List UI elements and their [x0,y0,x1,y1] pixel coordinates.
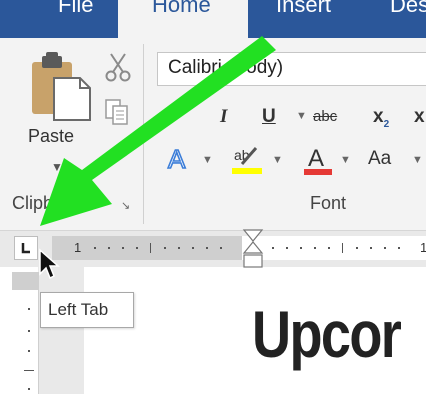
svg-text:A: A [308,145,324,172]
paste-dropdown-icon[interactable]: ▼ [51,160,63,174]
highlight-dropdown-icon[interactable]: ▼ [272,154,283,166]
highlighter-icon[interactable]: ab [230,144,264,176]
ruler-number: 1 [74,240,82,255]
ruler-number: 1 [420,240,426,255]
tab-file[interactable]: File [58,0,93,32]
indent-marker-icon[interactable] [242,228,264,270]
font-color-icon[interactable]: A [302,142,334,176]
text-effects-dropdown-icon[interactable]: ▼ [202,154,213,166]
font-color-dropdown-icon[interactable]: ▼ [340,154,351,166]
tab-home[interactable]: Home [118,0,248,40]
text-effects-icon[interactable]: A [166,144,194,172]
clipboard-dialog-launcher-icon[interactable]: ↘ [121,200,133,212]
tab-selector-button[interactable] [14,236,38,260]
ruler-ticks [94,243,400,253]
tab-home-label: Home [152,0,211,17]
clipboard-group-label: Clipboard [12,193,90,213]
font-name-combobox[interactable]: Calibri (Body) [157,52,426,86]
paste-button-label[interactable]: Paste [28,126,74,147]
paste-icon[interactable] [30,52,92,122]
word-window: File Home Insert Des Paste ▼ Clipboard ↘… [0,0,426,394]
svg-text:A: A [168,144,186,172]
tab-design[interactable]: Des [390,0,426,32]
svg-text:ab: ab [234,147,250,163]
font-name-value: Calibri (Body) [168,57,284,78]
vertical-ruler-margin [12,272,38,290]
cut-icon[interactable] [104,52,132,82]
document-heading[interactable]: Upcor [252,296,402,372]
superscript-button[interactable]: x [414,106,425,128]
tab-insert[interactable]: Insert [276,0,331,32]
tooltip-text: Left Tab [48,300,109,319]
underline-button[interactable]: U [262,106,276,128]
group-divider [143,44,144,224]
subscript-button[interactable]: x2 [373,106,389,130]
left-tab-stop-icon [21,243,30,254]
ribbon-tab-bar: File Home Insert Des [0,0,426,40]
italic-button[interactable]: I [220,106,227,128]
font-group-label: Font [310,193,347,213]
underline-dropdown-icon[interactable]: ▼ [296,110,307,122]
page-gutter [38,267,84,394]
change-case-dropdown-icon[interactable]: ▼ [412,154,423,166]
tooltip: Left Tab [40,292,134,328]
change-case-button[interactable]: Aa [368,148,391,170]
ribbon-home-panel: Paste ▼ Clipboard ↘ Calibri (Body) I U ▼… [0,38,426,231]
strikethrough-button[interactable]: abc [313,108,337,125]
mouse-cursor-icon [39,248,60,280]
copy-icon[interactable] [104,98,130,126]
vertical-ruler-ticks [24,308,34,390]
